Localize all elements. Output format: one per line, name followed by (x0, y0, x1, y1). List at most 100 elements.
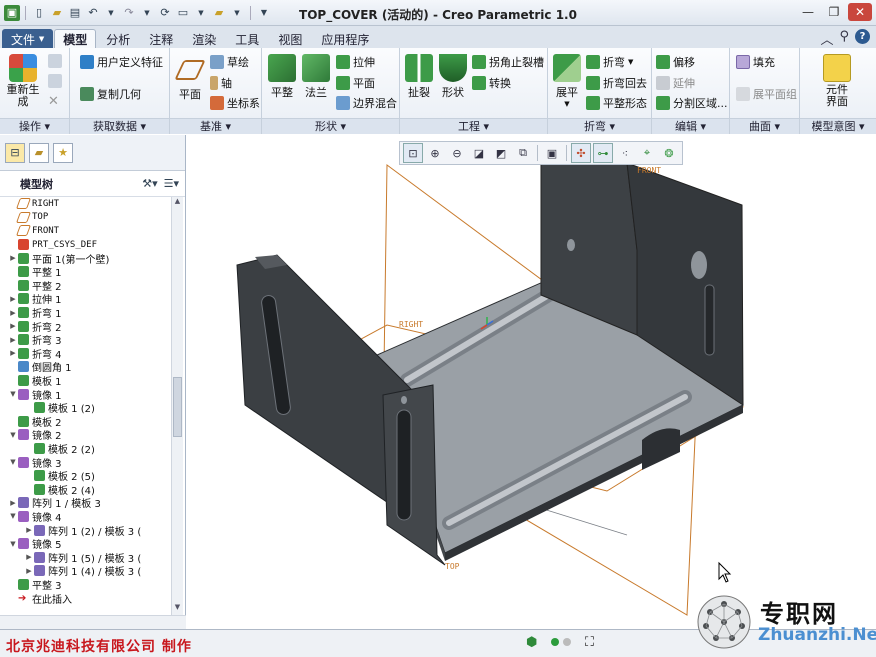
expand-toggle-icon[interactable]: ▼ (8, 390, 18, 398)
search-icon[interactable]: ⚲ (839, 29, 849, 48)
graphics-viewport[interactable]: FRONT RIGHT TOP ⊡ ⊕ ⊖ ◪ ◩ ⧉ ▣ ✣ ⊶ ⁖ ⌖ ❂ (187, 135, 876, 629)
redo-dropdown-icon[interactable]: ▼ (139, 5, 155, 21)
tree-item[interactable]: FRONT (0, 224, 170, 238)
model-tree-tab-icon[interactable]: ⊟ (5, 142, 25, 163)
datum-plane-button[interactable]: 平面 (174, 56, 206, 102)
tab-tools[interactable]: 工具 (226, 29, 268, 48)
boundary-blend-button[interactable]: 边界混合 (336, 95, 397, 111)
expand-toggle-icon[interactable]: ▶ (8, 295, 18, 303)
tree-vertical-scrollbar[interactable]: ▲ ▼ (171, 197, 183, 615)
group-datum-label[interactable]: 基准 ▾ (170, 118, 261, 134)
group-model-intent-label[interactable]: 模型意图 ▾ (800, 118, 876, 134)
tree-item[interactable]: ▶ 阵列 1 (5) / 模板 3 ( (0, 550, 170, 565)
saved-views-icon[interactable]: ⧉ (513, 143, 533, 163)
flatten-quilt-button[interactable]: 展平面组 (736, 86, 797, 102)
sketch-button[interactable]: 草绘 (210, 54, 249, 70)
expand-toggle-icon[interactable]: ▶ (8, 254, 18, 262)
group-engineering-label[interactable]: 工程 ▾ (400, 118, 547, 134)
save-icon[interactable]: ▤ (67, 5, 83, 21)
expand-toggle-icon[interactable]: ▶ (8, 322, 18, 330)
udf-button[interactable]: 用户定义特征 (80, 54, 163, 70)
tree-item[interactable]: RIGHT (0, 197, 170, 211)
close-window-icon[interactable]: ▰ (211, 5, 227, 21)
tab-view[interactable]: 视图 (269, 29, 311, 48)
copy-geometry-button[interactable]: 复制几何 (80, 86, 141, 102)
group-get-data-label[interactable]: 获取数据 ▾ (70, 118, 169, 134)
expand-toggle-icon[interactable]: ▶ (24, 567, 34, 575)
expand-toggle-icon[interactable]: ▼ (8, 540, 18, 548)
tree-item[interactable]: ▶ 折弯 3 (0, 333, 170, 347)
zoom-out-icon[interactable]: ⊖ (447, 143, 467, 163)
tree-item[interactable]: 模板 2 (4) (0, 482, 170, 497)
tree-item[interactable]: 模板 2 (5) (0, 469, 170, 483)
tab-render[interactable]: 渲染 (183, 29, 225, 48)
point-display-icon[interactable]: ⁖ (615, 143, 635, 163)
redo-icon[interactable]: ↷ (121, 5, 137, 21)
tab-annotate[interactable]: 注释 (140, 29, 182, 48)
tab-applications[interactable]: 应用程序 (312, 29, 378, 48)
bend-button[interactable]: 折弯 ▼ (586, 54, 633, 70)
windows-dropdown-icon[interactable]: ▼ (193, 5, 209, 21)
tree-item[interactable]: 模板 1 (2) (0, 401, 170, 415)
tree-item[interactable]: ▶ 拉伸 1 (0, 292, 170, 306)
bend-back-button[interactable]: 折弯回去 (586, 75, 647, 91)
close-dropdown-icon[interactable]: ▼ (229, 5, 245, 21)
scroll-thumb[interactable] (173, 377, 182, 437)
rip-button[interactable]: 扯裂 (404, 54, 434, 100)
tree-item[interactable]: 模板 2 (0, 415, 170, 429)
tree-item[interactable]: ▼ 镜像 5 (0, 537, 170, 551)
shape-plane-button[interactable]: 平面 (336, 75, 375, 91)
tree-item[interactable]: ▶ 阵列 1 (2) / 模板 3 ( (0, 523, 170, 538)
scroll-down-icon[interactable]: ▼ (172, 603, 183, 615)
tab-analysis[interactable]: 分析 (97, 29, 139, 48)
flatten-form-button[interactable]: 平整形态 (586, 95, 647, 111)
refit-icon[interactable]: ⊡ (403, 143, 423, 163)
tab-file[interactable]: 文件 ▼ (2, 29, 54, 48)
copy-icon[interactable] (48, 54, 62, 68)
expand-toggle-icon[interactable]: ▶ (24, 526, 34, 534)
tree-item[interactable]: ▶ 阵列 1 / 模板 3 (0, 496, 170, 510)
group-operations-label[interactable]: 操作 ▾ (0, 118, 69, 134)
tree-item[interactable]: 平整 3 (0, 578, 170, 592)
zoom-in-icon[interactable]: ⊕ (425, 143, 445, 163)
tree-item[interactable]: PRT_CSYS_DEF (0, 238, 170, 252)
extrude-button[interactable]: 拉伸 (336, 54, 375, 70)
group-bends-label[interactable]: 折弯 ▾ (548, 118, 651, 134)
collapse-ribbon-icon[interactable]: ︿ (820, 29, 833, 48)
group-editing-label[interactable]: 编辑 ▾ (652, 118, 729, 134)
tree-item[interactable]: 倒圆角 1 (0, 360, 170, 374)
expand-toggle-icon[interactable]: ▼ (8, 458, 18, 466)
undo-icon[interactable]: ↶ (85, 5, 101, 21)
convert-button[interactable]: 转换 (472, 75, 511, 91)
tree-item[interactable]: ▶ 折弯 4 (0, 347, 170, 361)
windows-icon[interactable]: ▭ (175, 5, 191, 21)
regenerate-button[interactable]: 重新生成 (6, 54, 40, 108)
tree-horizontal-scrollbar[interactable] (0, 615, 186, 629)
tree-item[interactable]: 平整 2 (0, 279, 170, 293)
form-button[interactable]: 形状 (438, 54, 468, 100)
display-style-icon[interactable]: ◩ (491, 143, 511, 163)
spin-center-icon[interactable]: ❂ (659, 143, 679, 163)
csys-button[interactable]: 坐标系 (210, 95, 260, 111)
extend-button[interactable]: 延伸 (656, 75, 695, 91)
tree-item[interactable]: 平整 1 (0, 265, 170, 279)
repaint-icon[interactable]: ◪ (469, 143, 489, 163)
tree-item[interactable]: 模板 2 (2) (0, 442, 170, 456)
group-shapes-label[interactable]: 形状 ▾ (262, 118, 399, 134)
help-icon[interactable]: ? (855, 29, 870, 44)
folder-browser-tab-icon[interactable]: ▰ (29, 142, 49, 163)
fill-button[interactable]: 填充 (736, 54, 775, 70)
expand-toggle-icon[interactable]: ▶ (8, 336, 18, 344)
undo-dropdown-icon[interactable]: ▼ (103, 5, 119, 21)
tree-item[interactable]: ▶ 折弯 1 (0, 306, 170, 320)
split-area-button[interactable]: 分割区域... (656, 95, 728, 111)
open-folder-icon[interactable]: ▰ (49, 5, 65, 21)
component-interface-button[interactable]: 元件界面 (812, 54, 862, 108)
find-icon[interactable]: ⛶ (585, 635, 594, 650)
offset-button[interactable]: 偏移 (656, 54, 695, 70)
tree-item[interactable]: ▼ 镜像 3 (0, 455, 170, 470)
model-graphics[interactable]: FRONT RIGHT TOP (187, 135, 876, 629)
view-manager-icon[interactable]: ▣ (542, 143, 562, 163)
tree-item[interactable]: ▶ 阵列 1 (4) / 模板 3 ( (0, 564, 170, 578)
flat-wall-button[interactable]: 平整 (266, 54, 298, 100)
